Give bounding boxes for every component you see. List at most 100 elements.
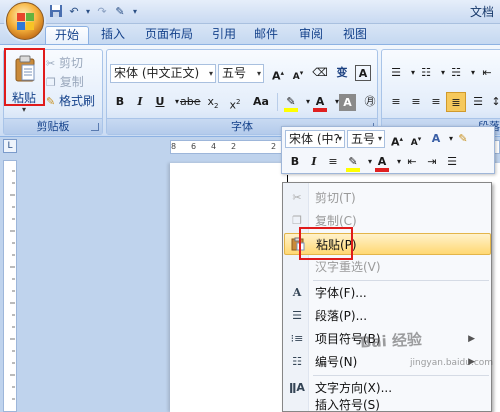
mini-font-size-combo[interactable]: 五号 ▾ <box>347 130 385 148</box>
ruler-tick: 8 <box>171 142 177 151</box>
window-title: 文档 <box>469 5 494 19</box>
mini-grow-font-button[interactable]: A▴ <box>387 129 407 149</box>
font-size-combo[interactable]: 五号 ▾ <box>218 64 264 83</box>
phonetic-guide-button[interactable]: 变 <box>332 63 352 83</box>
shrink-font-button[interactable]: A▾ <box>288 63 308 83</box>
office-button[interactable] <box>6 2 44 40</box>
menu-item-font[interactable]: A 字体(F)... <box>284 282 491 304</box>
menu-item-label: 插入符号(S) <box>315 398 380 412</box>
ribbon-tabs: 开始 插入 页面布局 引用 邮件 审阅 视图 <box>0 24 500 44</box>
undo-icon[interactable]: ↶ <box>66 4 82 20</box>
cut-button[interactable]: ✂ 剪切 <box>46 54 83 72</box>
office-logo-icon <box>17 13 25 21</box>
tab-mailings[interactable]: 邮件 <box>245 26 287 44</box>
mini-format-painter-icon[interactable]: ✎ <box>453 129 473 149</box>
menu-item-copy[interactable]: ❐ 复制(C) <box>284 210 491 232</box>
watermark-url: jingyan.baidu.com <box>410 358 494 368</box>
font-icon: A <box>292 286 302 299</box>
menu-item-label: 编号(N) <box>315 355 358 369</box>
mini-decrease-indent-icon[interactable]: ⇤ <box>402 152 422 172</box>
save-icon[interactable] <box>48 4 64 20</box>
chevron-down-icon: ▾ <box>208 69 213 78</box>
mini-font-name-value: 宋体 (中? <box>289 132 340 146</box>
clipboard-launcher-icon[interactable] <box>91 123 99 131</box>
vertical-ruler[interactable] <box>3 160 17 412</box>
menu-item-insert-symbol[interactable]: 插入符号(S) <box>284 398 491 412</box>
mini-toolbar: 宋体 (中? ▾ 五号 ▾ A▴ A▾ A ▾ ✎ B I ≡ ✎ ▾ A ▾ … <box>281 126 495 174</box>
menu-item-cut[interactable]: ✂ 剪切(T) <box>284 187 491 209</box>
menu-item-label: 复制(C) <box>315 214 357 228</box>
align-right-icon[interactable]: ≡ <box>426 92 446 112</box>
font-group: 宋体 (中文正文) ▾ 五号 ▾ A▴ A▾ ⌫ 变 A B I U ▾ abe… <box>106 49 378 135</box>
bold-button[interactable]: B <box>110 92 130 112</box>
change-case-button[interactable]: Aa <box>248 92 274 112</box>
paragraph-group: ☰ ▾ ☷ ▾ ☵ ▾ ⇤ ≡ ≡ ≡ ≣ ☰ ↕ 段落 <box>381 49 500 135</box>
align-center-icon[interactable]: ≡ <box>406 92 426 112</box>
justify-icon[interactable]: ≣ <box>446 92 466 112</box>
tab-view[interactable]: 视图 <box>334 26 376 44</box>
distributed-icon[interactable]: ☰ <box>468 92 488 112</box>
decrease-indent-icon[interactable]: ⇤ <box>477 63 497 83</box>
clear-format-icon[interactable]: ⌫ <box>310 63 330 83</box>
quick-access-toolbar: ↶ ▾ ↷ ✎ ▾ <box>48 4 140 20</box>
tab-insert[interactable]: 插入 <box>92 26 134 44</box>
text-direction-icon: ǁA <box>289 381 305 394</box>
submenu-arrow-icon: ▶ <box>468 334 475 344</box>
format-painter-button[interactable]: ✎ 格式刷 <box>46 92 95 110</box>
cut-label: 剪切 <box>59 56 84 70</box>
char-border-button[interactable]: A <box>355 65 371 81</box>
menu-item-paragraph[interactable]: ☰ 段落(P)... <box>284 305 491 327</box>
scissors-icon: ✂ <box>292 191 302 204</box>
mini-bold-button[interactable]: B <box>285 152 305 172</box>
tab-selector-icon[interactable]: L <box>3 139 17 153</box>
format-painter-qa-icon[interactable]: ✎ <box>112 4 128 20</box>
menu-item-label: 段落(P)... <box>315 309 368 323</box>
font-name-combo[interactable]: 宋体 (中文正文) ▾ <box>110 64 216 83</box>
mini-italic-button[interactable]: I <box>304 152 324 172</box>
copy-button[interactable]: ❐ 复制 <box>46 73 84 91</box>
italic-button[interactable]: I <box>130 92 150 112</box>
paragraph-icon: ☰ <box>292 309 302 322</box>
scissors-icon: ✂ <box>46 57 56 70</box>
tab-review[interactable]: 审阅 <box>290 26 332 44</box>
menu-item-label: 字体(F)... <box>315 286 367 300</box>
copy-icon: ❐ <box>46 76 56 89</box>
menu-item-reconvert[interactable]: 汉字重选(V) <box>284 256 491 278</box>
menu-item-label: 文字方向(X)... <box>315 381 393 395</box>
mini-shrink-font-button[interactable]: A▾ <box>406 129 426 149</box>
strikethrough-button[interactable]: abe <box>180 92 201 112</box>
chevron-down-icon: ▾ <box>337 134 342 143</box>
paste-button[interactable]: 粘贴 ▾ <box>8 53 42 115</box>
ruler-tick: 4 <box>211 142 217 151</box>
ruler-tick: 6 <box>191 142 197 151</box>
copy-label: 复制 <box>59 75 84 89</box>
undo-dropdown-icon[interactable]: ▾ <box>84 4 92 20</box>
grow-font-button[interactable]: A▴ <box>268 63 288 83</box>
menu-item-label: 剪切(T) <box>315 191 356 205</box>
paste-icon <box>15 55 35 82</box>
tab-page-layout[interactable]: 页面布局 <box>136 26 202 44</box>
align-left-icon[interactable]: ≡ <box>386 92 406 112</box>
redo-icon[interactable]: ↷ <box>94 4 110 20</box>
context-menu: ✂ 剪切(T) ❐ 复制(C) 粘贴(P) 汉字重选(V) A 字体(F)...… <box>282 182 492 412</box>
line-spacing-icon[interactable]: ↕ <box>486 92 500 112</box>
font-name-value: 宋体 (中文正文) <box>114 66 200 80</box>
copy-icon: ❐ <box>292 214 302 227</box>
menu-item-paste[interactable]: 粘贴(P) <box>284 233 491 255</box>
tab-references[interactable]: 引用 <box>203 26 245 44</box>
tab-home[interactable]: 开始 <box>45 26 90 44</box>
mini-font-size-value: 五号 <box>351 132 376 146</box>
mini-font-name-combo[interactable]: 宋体 (中? ▾ <box>285 130 345 148</box>
subscript-button[interactable]: x2 <box>203 92 223 112</box>
mini-center-icon[interactable]: ≡ <box>323 152 343 172</box>
char-shading-button[interactable]: A <box>339 94 356 111</box>
mini-bullets-icon[interactable]: ☰ <box>442 152 462 172</box>
numbering-icon: ☷ <box>292 355 302 368</box>
customize-qa-icon[interactable]: ▾ <box>130 4 140 20</box>
chevron-down-icon: ▾ <box>377 134 382 143</box>
enclose-char-icon[interactable]: ㊊ <box>360 92 380 112</box>
clipboard-group-label: 剪贴板 <box>4 118 102 134</box>
mini-increase-indent-icon[interactable]: ⇥ <box>422 152 442 172</box>
superscript-button[interactable]: x2 <box>225 92 245 112</box>
menu-item-text-direction[interactable]: ǁA 文字方向(X)... <box>284 377 491 399</box>
